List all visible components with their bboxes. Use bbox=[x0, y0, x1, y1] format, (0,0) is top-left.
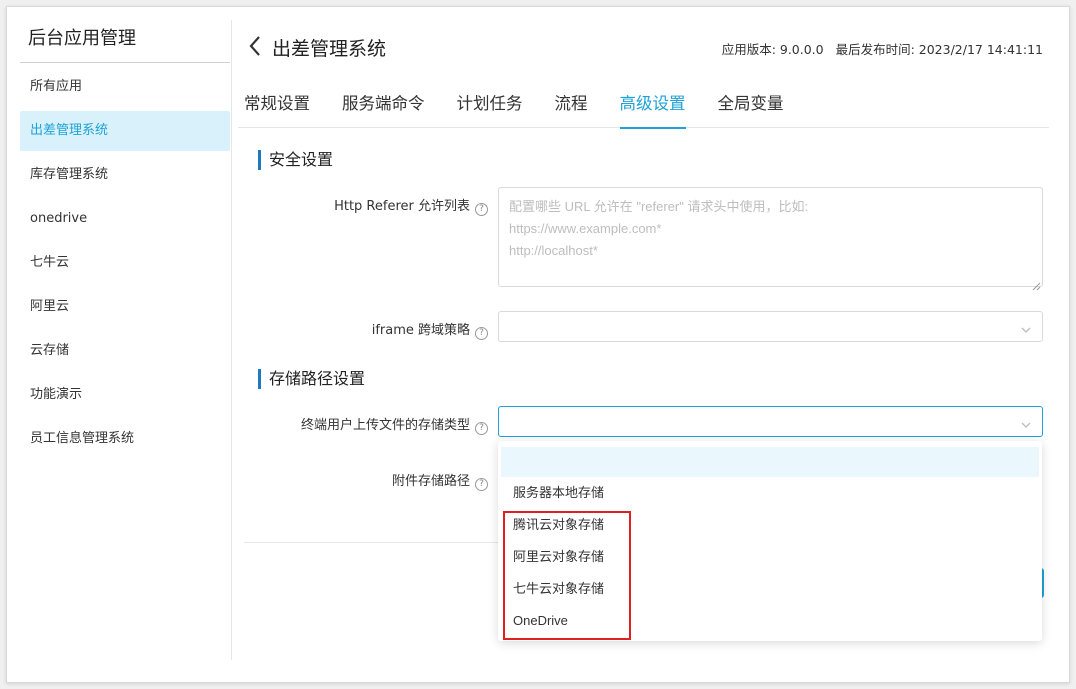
sidebar-list: 所有应用 出差管理系统 库存管理系统 onedrive 七牛云 阿里云 云存储 … bbox=[20, 67, 230, 459]
app-meta: 应用版本: 9.0.0.0 最后发布时间: 2023/2/17 14:41:11 bbox=[714, 39, 1043, 58]
referer-label: Http Referer 允许列表 bbox=[334, 199, 470, 214]
footer-divider bbox=[244, 542, 498, 543]
tab-general-settings[interactable]: 常规设置 bbox=[238, 82, 310, 128]
tab-server-commands[interactable]: 服务端命令 bbox=[336, 82, 425, 128]
sidebar-item-cloud-storage[interactable]: 云存储 bbox=[20, 331, 230, 371]
dropdown-option-local-storage[interactable]: 服务器本地存储 bbox=[498, 477, 1042, 509]
dropdown-option-empty[interactable] bbox=[501, 447, 1039, 477]
referer-allowlist-textarea[interactable]: 配置哪些 URL 允许在 "referer" 请求头中使用，比如: https:… bbox=[498, 187, 1043, 287]
sidebar-item-qiniu-cloud[interactable]: 七牛云 bbox=[20, 243, 230, 283]
storage-section-title: 存储路径设置 bbox=[258, 369, 365, 389]
tab-scheduled-tasks[interactable]: 计划任务 bbox=[451, 82, 523, 128]
chevron-down-icon bbox=[1020, 416, 1032, 428]
sidebar-item-feature-demo[interactable]: 功能演示 bbox=[20, 375, 230, 415]
referer-label-row: Http Referer 允许列表? bbox=[334, 195, 488, 216]
tab-global-variables[interactable]: 全局变量 bbox=[712, 82, 784, 128]
annotation-highlight-box bbox=[503, 511, 631, 640]
iframe-label: iframe 跨域策略 bbox=[371, 323, 470, 338]
help-icon[interactable]: ? bbox=[475, 327, 488, 340]
sidebar-item-inventory-management[interactable]: 库存管理系统 bbox=[20, 155, 230, 195]
attachment-path-label: 附件存储路径 bbox=[391, 474, 470, 489]
help-icon[interactable]: ? bbox=[475, 478, 488, 491]
sidebar-item-employee-management[interactable]: 员工信息管理系统 bbox=[20, 419, 230, 459]
sidebar-title: 后台应用管理 bbox=[20, 18, 230, 63]
sidebar-item-travel-management[interactable]: 出差管理系统 bbox=[20, 111, 230, 151]
chevron-down-icon bbox=[1020, 321, 1032, 333]
help-icon[interactable]: ? bbox=[475, 422, 488, 435]
tab-workflow[interactable]: 流程 bbox=[549, 82, 588, 128]
sidebar-item-all-apps[interactable]: 所有应用 bbox=[20, 67, 230, 107]
sidebar-item-aliyun[interactable]: 阿里云 bbox=[20, 287, 230, 327]
iframe-label-row: iframe 跨域策略? bbox=[372, 319, 488, 340]
tab-bar: 常规设置 服务端命令 计划任务 流程 高级设置 全局变量 bbox=[238, 82, 1049, 129]
app-version: 应用版本: 9.0.0.0 bbox=[721, 42, 824, 57]
upload-type-label: 终端用户上传文件的存储类型 bbox=[300, 418, 470, 433]
last-published: 最后发布时间: 2023/2/17 14:41:11 bbox=[835, 42, 1043, 57]
page-header: 出差管理系统 应用版本: 9.0.0.0 最后发布时间: 2023/2/17 1… bbox=[244, 28, 1049, 64]
upload-storage-type-select[interactable] bbox=[498, 406, 1043, 437]
resize-handle-icon[interactable] bbox=[1032, 276, 1041, 291]
sidebar-divider bbox=[231, 20, 232, 660]
help-icon[interactable]: ? bbox=[475, 203, 488, 216]
back-chevron-icon[interactable] bbox=[244, 34, 268, 58]
attachment-label-row: 附件存储路径? bbox=[392, 470, 488, 491]
upload-type-label-row: 终端用户上传文件的存储类型? bbox=[301, 414, 488, 435]
iframe-policy-select[interactable] bbox=[498, 311, 1043, 342]
sidebar-item-onedrive[interactable]: onedrive bbox=[20, 199, 230, 239]
tab-advanced-settings[interactable]: 高级设置 bbox=[614, 82, 686, 129]
security-section-title: 安全设置 bbox=[258, 150, 333, 170]
sidebar: 后台应用管理 所有应用 出差管理系统 库存管理系统 onedrive 七牛云 阿… bbox=[20, 18, 230, 463]
page-title: 出差管理系统 bbox=[272, 38, 387, 60]
